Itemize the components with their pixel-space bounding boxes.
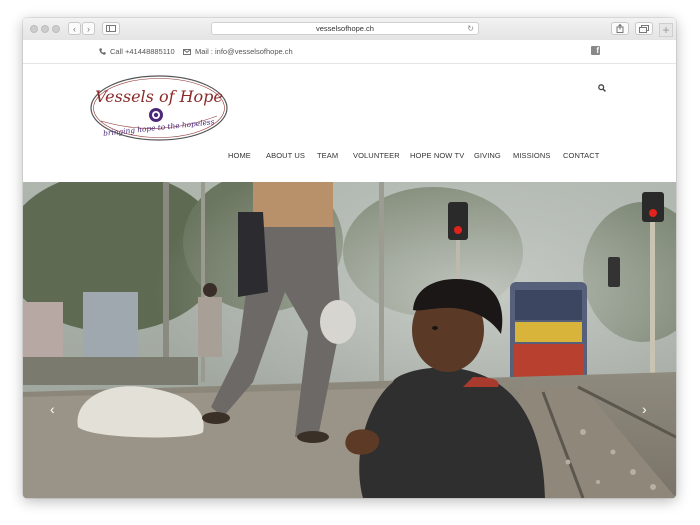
vessels-of-hope-logo[interactable]: Vessels of Hope bringing hope to the hop… bbox=[89, 74, 229, 142]
address-bar[interactable]: vesselsofhope.ch ↻ bbox=[211, 22, 479, 35]
facebook-icon[interactable]: f bbox=[591, 46, 600, 55]
search-icon[interactable] bbox=[598, 84, 606, 92]
browser-window: ‹ › vesselsofhope.ch ↻ + Call +414488851… bbox=[23, 18, 676, 498]
nav-contact[interactable]: CONTACT bbox=[563, 151, 599, 160]
hero-photo bbox=[23, 182, 676, 498]
tabs-button[interactable] bbox=[635, 22, 653, 35]
nav-home[interactable]: HOME bbox=[228, 151, 251, 160]
zoom-window-dot[interactable] bbox=[52, 25, 60, 33]
reload-icon[interactable]: ↻ bbox=[467, 23, 474, 34]
nav-about-us[interactable]: ABOUT US bbox=[266, 151, 305, 160]
slider-prev-arrow[interactable]: ‹ bbox=[50, 402, 55, 416]
phone-contact[interactable]: Call +41448885110 bbox=[99, 47, 175, 56]
minimize-window-dot[interactable] bbox=[41, 25, 49, 33]
forward-button[interactable]: › bbox=[82, 22, 95, 35]
nav-hope-now-tv[interactable]: HOPE NOW TV bbox=[410, 151, 464, 160]
tabs-icon bbox=[639, 24, 649, 33]
sidebar-icon bbox=[106, 25, 116, 32]
nav-volunteer[interactable]: VOLUNTEER bbox=[353, 151, 400, 160]
logo-title: Vessels of Hope bbox=[95, 87, 223, 106]
plus-icon: + bbox=[662, 23, 670, 37]
mail-icon bbox=[183, 48, 191, 55]
slider-next-arrow[interactable]: › bbox=[642, 402, 647, 416]
chevron-left-icon: ‹ bbox=[73, 23, 76, 34]
chevron-right-icon: › bbox=[87, 23, 90, 34]
site-header: Vessels of Hope bringing hope to the hop… bbox=[23, 64, 676, 182]
nav-team[interactable]: TEAM bbox=[317, 151, 338, 160]
phone-text: Call +41448885110 bbox=[110, 47, 175, 56]
url-text: vesselsofhope.ch bbox=[316, 24, 374, 33]
mail-text: Mail : info@vesselsofhope.ch bbox=[195, 47, 293, 56]
contact-bar: Call +41448885110 Mail : info@vesselsofh… bbox=[23, 40, 676, 64]
sidebar-button[interactable] bbox=[102, 22, 120, 35]
close-window-dot[interactable] bbox=[30, 25, 38, 33]
mail-contact[interactable]: Mail : info@vesselsofhope.ch bbox=[183, 47, 293, 56]
share-button[interactable] bbox=[611, 22, 629, 35]
back-button[interactable]: ‹ bbox=[68, 22, 81, 35]
nav-missions[interactable]: MISSIONS bbox=[513, 151, 550, 160]
nav-giving[interactable]: GIVING bbox=[474, 151, 501, 160]
new-tab-button[interactable]: + bbox=[659, 23, 673, 37]
share-icon bbox=[616, 24, 624, 33]
hero-slider: ‹ › bbox=[23, 182, 676, 498]
browser-toolbar: ‹ › vesselsofhope.ch ↻ + bbox=[23, 18, 676, 41]
phone-icon bbox=[99, 48, 106, 55]
